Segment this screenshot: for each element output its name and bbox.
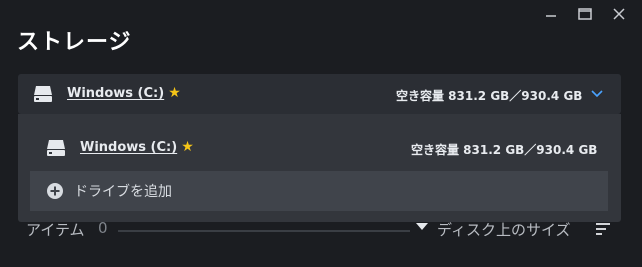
items-label: アイテム xyxy=(26,221,85,239)
dropdown-item-free-space: 空き容量 831.2 GB／930.4 GB xyxy=(411,143,598,157)
star-icon: ★ xyxy=(181,139,194,155)
maximize-icon xyxy=(578,8,592,20)
add-drive-button[interactable]: ドライブを追加 xyxy=(30,171,608,211)
add-drive-label: ドライブを追加 xyxy=(74,184,172,200)
sort-direction-icon[interactable] xyxy=(416,223,428,230)
star-icon: ★ xyxy=(168,85,181,101)
dropdown-item-drive[interactable]: Windows (C:) ★ 空き容量 831.2 GB／930.4 GB xyxy=(30,128,608,168)
maximize-button[interactable] xyxy=(568,4,602,24)
drive-select-free-space: 空き容量 831.2 GB／930.4 GB xyxy=(396,89,583,103)
drive-select[interactable]: Windows (C:) ★ 空き容量 831.2 GB／930.4 GB xyxy=(18,74,621,114)
close-button[interactable] xyxy=(602,4,636,24)
add-circle-icon xyxy=(47,183,63,199)
sort-icon[interactable] xyxy=(596,223,610,235)
drive-icon xyxy=(34,86,52,102)
window-controls xyxy=(534,4,636,24)
drive-select-name: Windows (C:) xyxy=(67,85,165,101)
close-icon xyxy=(613,8,625,20)
dropdown-item-name-row: Windows (C:) ★ xyxy=(80,139,194,155)
chevron-down-icon[interactable] xyxy=(591,90,603,98)
page-title: ストレージ xyxy=(17,30,132,55)
drive-icon xyxy=(47,140,65,156)
sort-label[interactable]: ディスク上のサイズ xyxy=(437,219,571,240)
footer-divider xyxy=(118,230,410,232)
minimize-icon xyxy=(546,15,556,17)
dropdown-item-name: Windows (C:) xyxy=(80,139,178,155)
minimize-button[interactable] xyxy=(534,4,568,24)
drive-select-name-row: Windows (C:) ★ xyxy=(67,85,181,101)
